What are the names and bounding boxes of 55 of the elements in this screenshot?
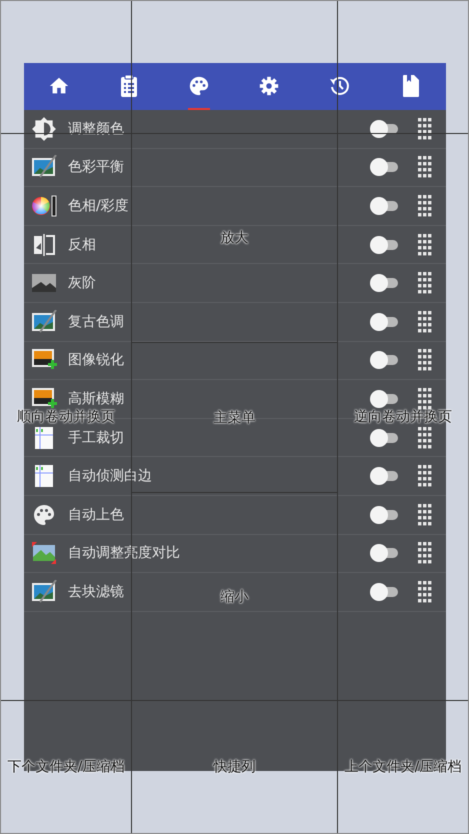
toggle-switch[interactable] [370,582,398,602]
toggle-switch[interactable] [370,118,398,139]
zone-label: 顺向卷动并换页 [17,408,115,426]
drag-handle-icon[interactable] [418,464,432,488]
drag-handle-icon[interactable] [418,348,432,372]
toggle-switch[interactable] [370,466,398,486]
toggle-switch[interactable] [370,312,398,332]
picture-pen-icon [31,580,57,604]
drag-handle-icon[interactable] [418,502,432,527]
drag-handle-icon[interactable] [418,310,432,334]
filter-label: 自动上色 [68,506,124,524]
zone-label: 放大 [220,229,248,247]
color-wheel-icon [31,192,57,219]
filter-label: 反相 [68,236,96,254]
filter-label: 高斯模糊 [68,390,124,408]
drag-handle-icon[interactable] [418,194,432,218]
zone-label: 缩小 [220,588,248,606]
toggle-switch[interactable] [370,350,398,370]
filter-label: 复古色调 [68,312,124,331]
clipboard-icon [119,74,139,98]
landscape-arrows-icon [31,541,57,566]
toggle-switch[interactable] [370,157,398,178]
invert-icon [33,232,55,257]
drag-handle-icon[interactable] [418,541,432,566]
filter-label: 色彩平衡 [68,158,124,176]
picture-pen-icon [31,310,57,334]
filter-label: 去块滤镜 [68,582,124,601]
crop-page-icon [34,464,54,488]
toggle-switch[interactable] [370,196,398,216]
drag-handle-icon[interactable] [418,232,432,257]
filter-label: 手工裁切 [68,428,124,447]
toggle-switch[interactable] [370,428,398,448]
settings-icon [258,74,280,96]
picture-pen-icon [31,155,57,180]
filter-label: 灰阶 [68,274,96,292]
landscape-icon [31,272,57,294]
crop-page-icon [34,426,54,450]
drag-handle-icon[interactable] [418,580,432,604]
palette-icon [188,74,210,96]
filter-label: 色相/彩度 [68,196,129,215]
file-icon [402,74,420,98]
drag-handle-icon[interactable] [418,271,432,296]
toggle-switch[interactable] [370,388,398,409]
filter-label: 图像锐化 [68,351,124,370]
zone-label: 主菜单 [214,408,256,426]
brightness-icon [31,116,57,142]
drag-handle-icon[interactable] [418,155,432,180]
palette-icon [32,502,56,527]
toggle-switch[interactable] [370,504,398,525]
toggle-switch[interactable] [370,273,398,294]
toggle-switch[interactable] [370,543,398,564]
drag-handle-icon[interactable] [418,426,432,450]
toggle-switch[interactable] [370,234,398,255]
zone-label: 快捷列 [214,758,256,776]
drag-handle-icon[interactable] [418,116,432,141]
